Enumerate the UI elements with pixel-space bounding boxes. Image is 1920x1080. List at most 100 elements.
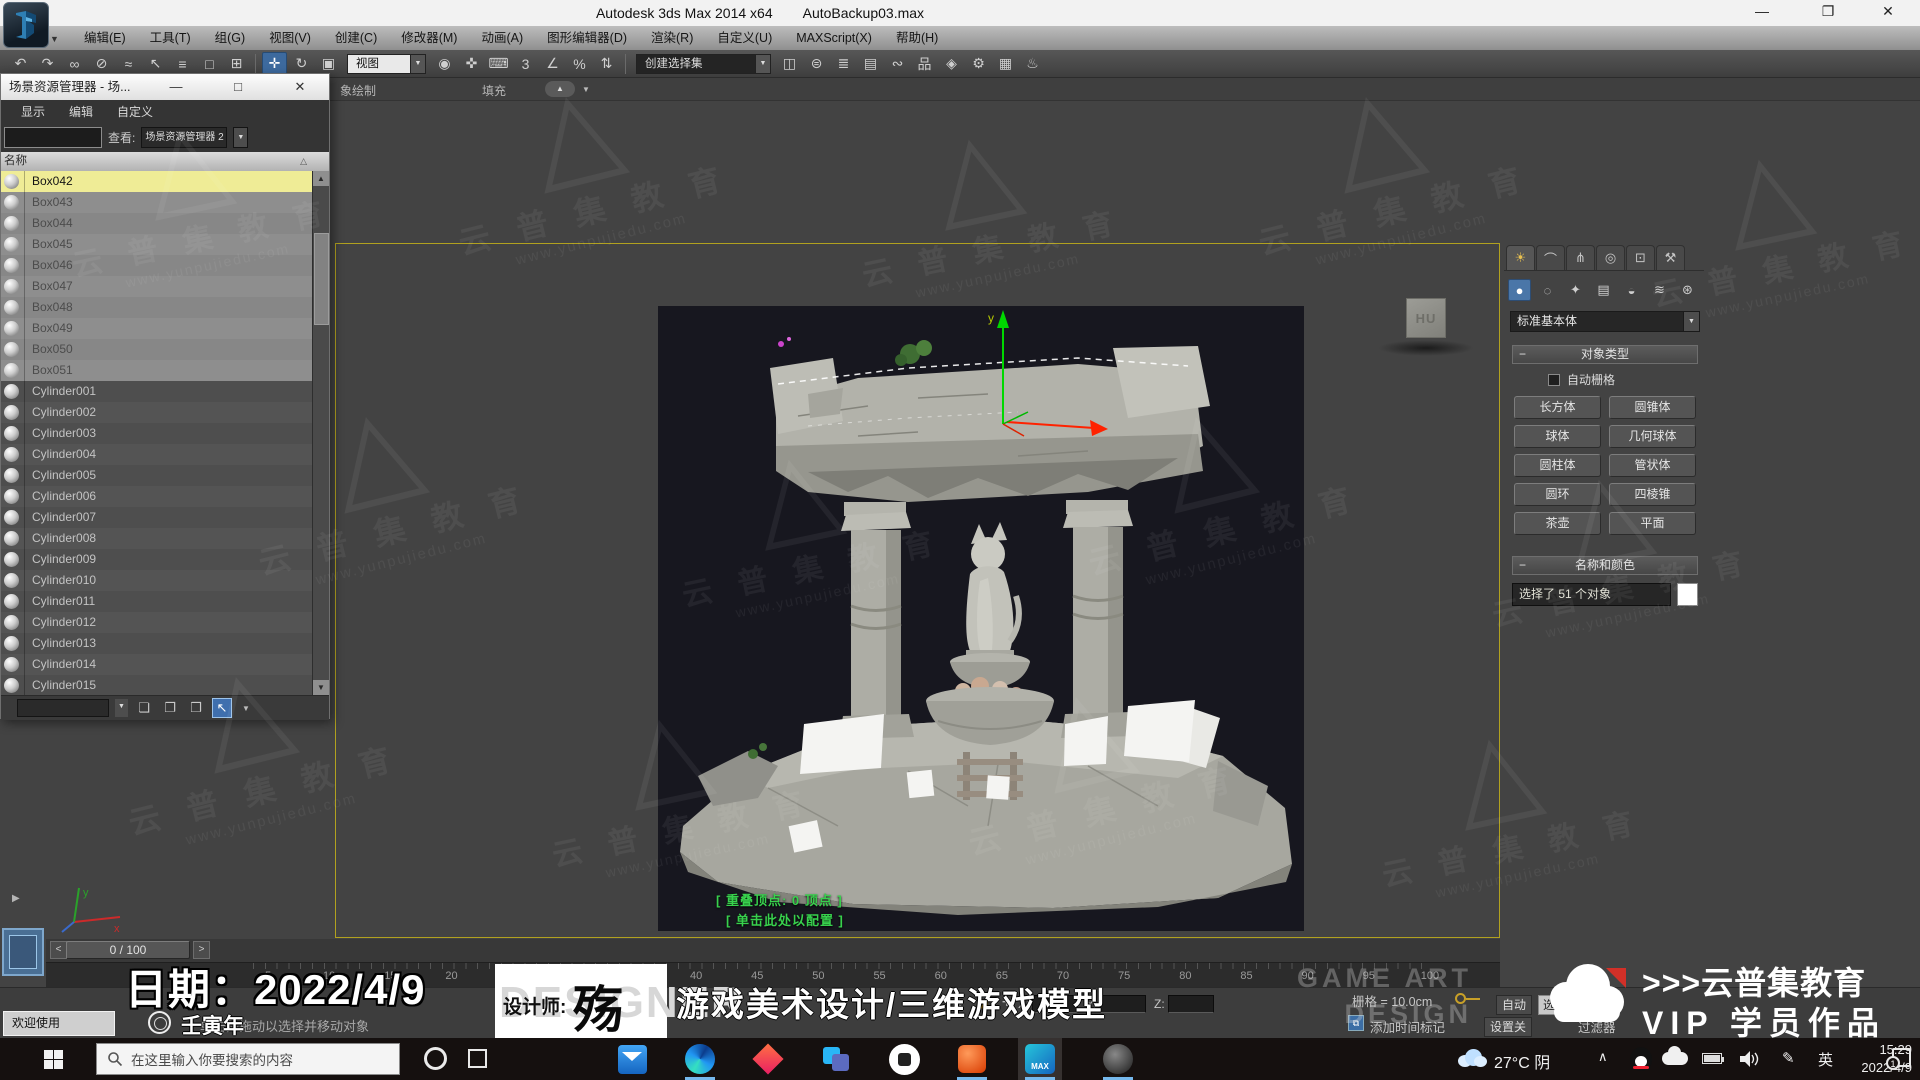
copy-list-icon[interactable]: ❏ bbox=[134, 698, 154, 718]
taskbar-game-app-icon[interactable] bbox=[882, 1038, 926, 1080]
select-and-manipulate-icon[interactable]: ✜ bbox=[459, 52, 484, 76]
se-minimize-button[interactable]: — bbox=[161, 74, 191, 100]
taskbar-dark-app-icon[interactable] bbox=[1096, 1038, 1140, 1080]
scrollbar-thumb[interactable] bbox=[314, 233, 329, 325]
menu-item[interactable]: MAXScript(X) bbox=[784, 26, 884, 50]
select-and-scale-icon[interactable]: ▣ bbox=[316, 52, 341, 76]
se-list-item[interactable]: Box051 bbox=[1, 360, 312, 381]
menu-item[interactable]: 修改器(M) bbox=[389, 26, 469, 50]
modify-tab-icon[interactable]: ⌒ bbox=[1536, 245, 1565, 270]
primitive-button[interactable]: 四棱锥 bbox=[1609, 483, 1696, 506]
unlink-selection-icon[interactable]: ⊘ bbox=[89, 52, 114, 76]
se-list-item[interactable]: Box047 bbox=[1, 276, 312, 297]
primitive-button[interactable]: 长方体 bbox=[1514, 396, 1601, 419]
curve-editor-icon[interactable]: ∾ bbox=[885, 52, 910, 76]
ribbon-collapse-button[interactable]: ▲ bbox=[545, 81, 575, 97]
auto-key-button[interactable]: 自动 bbox=[1496, 995, 1533, 1015]
snap-3d-icon[interactable]: 3 bbox=[513, 52, 538, 76]
spacewarps-icon[interactable]: ≋ bbox=[1648, 279, 1671, 301]
render-setup-icon[interactable]: ⚙ bbox=[966, 52, 991, 76]
previous-frame-button[interactable]: < bbox=[50, 941, 67, 959]
taskbar-mail-icon[interactable] bbox=[610, 1038, 654, 1080]
select-and-move-icon[interactable]: ✛ bbox=[262, 51, 287, 76]
display-tab-icon[interactable]: ⊡ bbox=[1626, 245, 1655, 270]
transfer-list-icon[interactable]: ❒ bbox=[186, 698, 206, 718]
taskbar-office-icon[interactable] bbox=[950, 1038, 994, 1080]
cloud-drive-tray-icon[interactable] bbox=[1662, 1046, 1688, 1065]
restore-button[interactable]: ❐ bbox=[1808, 3, 1848, 23]
notification-center-icon[interactable]: 1 bbox=[1886, 1048, 1911, 1070]
scene-explorer-titlebar[interactable]: 场景资源管理器 - 场... — □ ✕ bbox=[1, 74, 329, 100]
cameras-icon[interactable]: ▤ bbox=[1592, 279, 1615, 301]
se-list-item[interactable]: Cylinder013 bbox=[1, 633, 312, 654]
se-close-button[interactable]: ✕ bbox=[285, 74, 315, 100]
se-view-dropdown[interactable]: 场景资源管理器 2 bbox=[141, 127, 228, 148]
configure-overlay[interactable]: [ 单击此处以配置 ] bbox=[726, 910, 844, 929]
scroll-up-icon[interactable]: ▲ bbox=[313, 171, 329, 186]
primitive-button[interactable]: 管状体 bbox=[1609, 454, 1696, 477]
rendered-frame-icon[interactable]: ▦ bbox=[993, 52, 1018, 76]
se-list-item[interactable]: Box046 bbox=[1, 255, 312, 276]
material-editor-icon[interactable]: ◈ bbox=[939, 52, 964, 76]
se-menu-item[interactable]: 显示 bbox=[11, 103, 55, 120]
weather-cloud-icon[interactable] bbox=[1458, 1049, 1488, 1067]
object-color-swatch[interactable] bbox=[1677, 583, 1698, 606]
menu-item[interactable]: 图形编辑器(D) bbox=[535, 26, 639, 50]
spinner-snap-icon[interactable]: ⇅ bbox=[594, 52, 619, 76]
primitive-button[interactable]: 平面 bbox=[1609, 512, 1696, 535]
taskbar-paint-app-icon[interactable] bbox=[746, 1038, 790, 1080]
geometry-icon[interactable]: ● bbox=[1508, 279, 1531, 301]
menu-item[interactable]: 渲染(R) bbox=[639, 26, 705, 50]
se-list-item[interactable]: Cylinder015 bbox=[1, 675, 312, 695]
se-footer-more-icon[interactable]: ▼ bbox=[242, 704, 250, 713]
menu-item[interactable]: 自定义(U) bbox=[705, 26, 784, 50]
primitive-type-dropdown[interactable]: 标准基本体 ▼ bbox=[1510, 311, 1700, 332]
primitive-button[interactable]: 圆环 bbox=[1514, 483, 1601, 506]
se-list-item[interactable]: Cylinder007 bbox=[1, 507, 312, 528]
se-list-item[interactable]: Box043 bbox=[1, 192, 312, 213]
select-and-link-icon[interactable]: ∞ bbox=[62, 52, 87, 76]
se-list-item[interactable]: Box044 bbox=[1, 213, 312, 234]
menu-item[interactable]: 组(G) bbox=[203, 26, 258, 50]
align-icon[interactable]: ⊜ bbox=[804, 52, 829, 76]
se-list-item[interactable]: Cylinder001 bbox=[1, 381, 312, 402]
menu-item[interactable]: 动画(A) bbox=[469, 26, 535, 50]
se-list-item[interactable]: Cylinder008 bbox=[1, 528, 312, 549]
menu-item[interactable]: 编辑(E) bbox=[72, 26, 138, 50]
graphite-ribbon-icon[interactable]: ▤ bbox=[858, 52, 883, 76]
angle-snap-icon[interactable]: ∠ bbox=[540, 52, 565, 76]
se-list-item[interactable]: Cylinder010 bbox=[1, 570, 312, 591]
hierarchy-tab-icon[interactable]: ⋔ bbox=[1566, 245, 1595, 270]
helpers-icon[interactable]: ◒ bbox=[1620, 279, 1643, 301]
percent-snap-icon[interactable]: % bbox=[567, 52, 592, 76]
layer-manager-icon[interactable]: ≣ bbox=[831, 52, 856, 76]
se-menu-item[interactable]: 编辑 bbox=[59, 103, 103, 120]
se-list-item[interactable]: Box048 bbox=[1, 297, 312, 318]
reference-coordinate-dropdown[interactable]: 视图 ▼ bbox=[347, 53, 426, 74]
se-list-item[interactable]: Cylinder004 bbox=[1, 444, 312, 465]
se-list-item[interactable]: Cylinder002 bbox=[1, 402, 312, 423]
hu-cube-object[interactable]: HU bbox=[1406, 298, 1446, 338]
mirror-icon[interactable]: ◫ bbox=[777, 52, 802, 76]
select-object-icon[interactable]: ↖ bbox=[143, 52, 168, 76]
se-menu-item[interactable]: 自定义 bbox=[107, 103, 163, 120]
se-list-item[interactable]: Cylinder014 bbox=[1, 654, 312, 675]
viewport-expand-arrow-icon[interactable]: ▶ bbox=[12, 893, 20, 904]
ribbon-fill-label[interactable]: 填充 bbox=[482, 82, 506, 99]
pick-select-icon[interactable]: ↖ bbox=[212, 698, 232, 718]
primitive-button[interactable]: 圆柱体 bbox=[1514, 454, 1601, 477]
taskbar-edge-icon[interactable] bbox=[678, 1038, 722, 1080]
se-list-item[interactable]: Cylinder003 bbox=[1, 423, 312, 444]
viewport-layout-tab[interactable] bbox=[2, 928, 44, 976]
application-menu-button[interactable] bbox=[3, 2, 49, 48]
primitive-button[interactable]: 几何球体 bbox=[1609, 425, 1696, 448]
render-production-icon[interactable]: ♨ bbox=[1020, 52, 1045, 76]
schematic-view-icon[interactable]: 品 bbox=[912, 52, 937, 76]
select-by-name-icon[interactable]: ≡ bbox=[170, 52, 195, 76]
pen-tray-icon[interactable]: ✎ bbox=[1782, 1049, 1795, 1067]
utilities-tab-icon[interactable]: ⚒ bbox=[1656, 245, 1685, 270]
motion-tab-icon[interactable]: ◎ bbox=[1596, 245, 1625, 270]
primitive-button[interactable]: 球体 bbox=[1514, 425, 1601, 448]
se-list-item[interactable]: Cylinder011 bbox=[1, 591, 312, 612]
menu-item[interactable]: 视图(V) bbox=[257, 26, 323, 50]
